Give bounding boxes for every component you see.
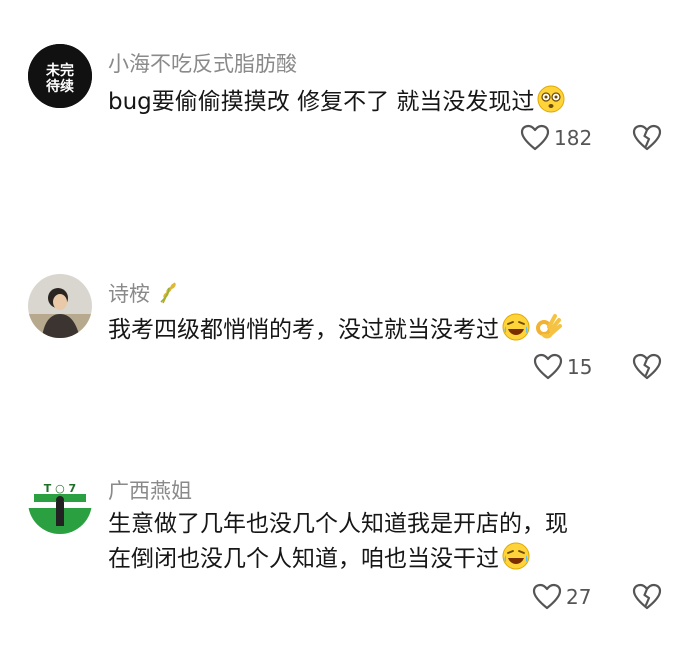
like-button[interactable]: 182 (520, 124, 592, 152)
avatar-text: 待续 (46, 78, 74, 95)
comment-text-line-wrapper: 在倒闭也没几个人知道，咱也当没干过 (108, 541, 658, 576)
broken-heart-icon (632, 583, 662, 611)
comment-text-content: 我考四级都悄悄的考，没过就当没考过 (108, 317, 499, 343)
comment-text-line: 在倒闭也没几个人知道，咱也当没干过 (108, 546, 499, 572)
ok-hand-emoji (533, 312, 563, 342)
heart-icon (533, 353, 563, 381)
comment-text-content: bug要偷偷摸摸改 修复不了 就当没发现过 (108, 89, 535, 115)
comment-username[interactable]: 小海不吃反式脂肪酸 (108, 48, 297, 78)
dislike-button[interactable] (632, 124, 662, 152)
dizzy-face-emoji (536, 84, 566, 114)
like-button[interactable]: 27 (532, 583, 591, 611)
username-text: 诗桉 (108, 282, 150, 306)
comment-text: 我考四级都悄悄的考，没过就当没考过 (108, 312, 658, 347)
dislike-button[interactable] (632, 353, 662, 381)
comment-username[interactable]: 诗桉 (108, 278, 179, 308)
broken-heart-icon (632, 353, 662, 381)
avatar[interactable]: T ○ 7 (28, 470, 92, 534)
comment-username[interactable]: 广西燕姐 (108, 475, 192, 505)
comment-text-line: 生意做了几年也没几个人知道我是开店的，现 (108, 511, 568, 537)
avatar[interactable]: 未完 待续 (28, 44, 92, 108)
rofl-emoji (501, 541, 531, 571)
rofl-emoji (501, 312, 531, 342)
comment-text: bug要偷偷摸摸改 修复不了 就当没发现过 (108, 84, 658, 119)
like-button[interactable]: 15 (533, 353, 592, 381)
like-count: 27 (566, 585, 592, 609)
avatar[interactable] (28, 274, 92, 338)
like-count: 15 (567, 355, 593, 379)
heart-icon (532, 583, 562, 611)
svg-text:T ○ 7: T ○ 7 (44, 482, 76, 495)
wheat-icon (157, 280, 179, 304)
heart-icon (520, 124, 550, 152)
dislike-button[interactable] (632, 583, 662, 611)
comment-text: 生意做了几年也没几个人知道我是开店的，现 在倒闭也没几个人知道，咱也当没干过 (108, 508, 658, 576)
broken-heart-icon (632, 124, 662, 152)
like-count: 182 (554, 126, 593, 150)
avatar-text: 未完 (46, 62, 74, 79)
